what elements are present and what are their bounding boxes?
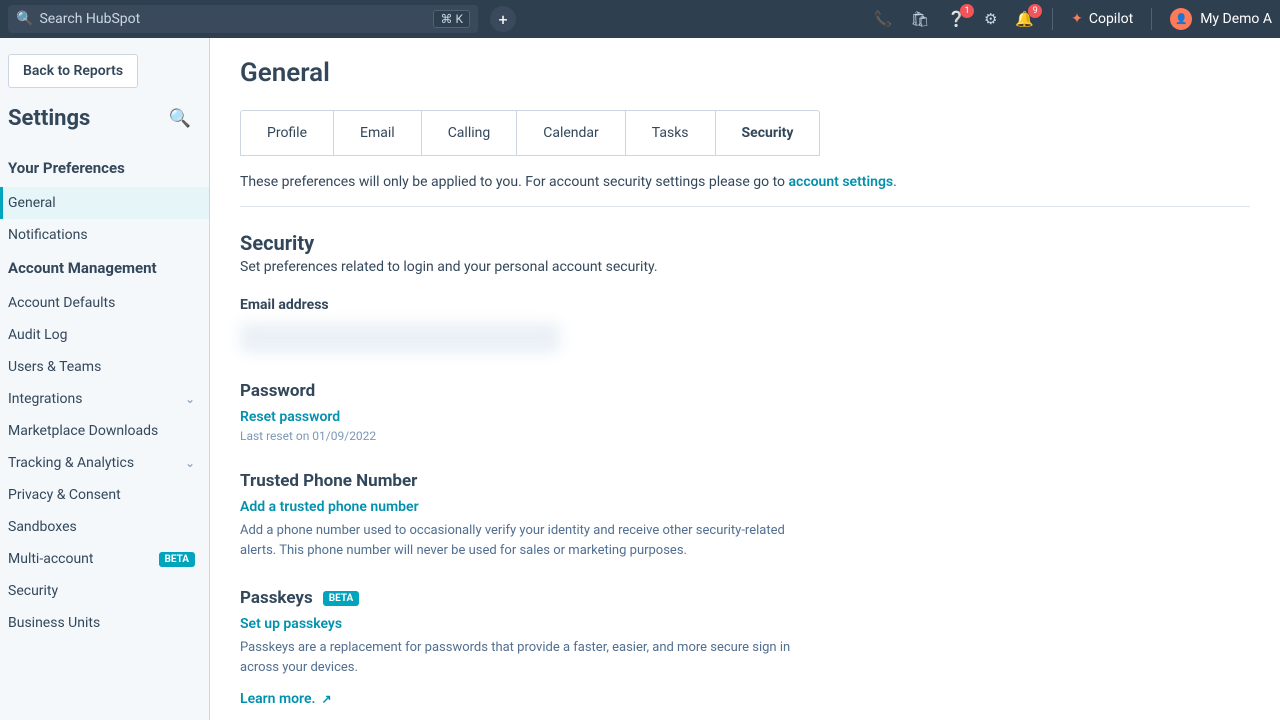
- sidebar-item-label: Marketplace Downloads: [8, 423, 158, 439]
- copilot-button[interactable]: ✦ Copilot: [1071, 11, 1133, 27]
- page-title: General: [240, 58, 1250, 88]
- account-label: My Demo A: [1200, 11, 1272, 27]
- sidebar-item-security[interactable]: Security: [0, 575, 209, 607]
- sidebar-item-label: Tracking & Analytics: [8, 455, 134, 471]
- sidebar-item-label: Sandboxes: [8, 519, 77, 535]
- topbar: 🔍 ⌘ K + 📞 🛍 ❔1 ⚙ 🔔9 ✦ Copilot 👤 My Demo …: [0, 0, 1280, 38]
- sidebar-item-label: Audit Log: [8, 327, 68, 343]
- sidebar-item-general[interactable]: General: [0, 187, 209, 219]
- tab-email[interactable]: Email: [334, 111, 422, 155]
- passkeys-desc: Passkeys are a replacement for passwords…: [240, 638, 800, 677]
- sidebar-item-label: Security: [8, 583, 58, 599]
- sidebar-item-tracking-analytics[interactable]: Tracking & Analytics ⌄: [0, 447, 209, 479]
- email-value-redacted: [240, 323, 560, 353]
- learn-more-link[interactable]: Learn more. ↗: [240, 691, 332, 707]
- sidebar-item-label: Privacy & Consent: [8, 487, 121, 503]
- password-heading: Password: [240, 381, 1250, 401]
- phone-icon[interactable]: 📞: [874, 10, 893, 28]
- tab-profile[interactable]: Profile: [241, 111, 334, 155]
- sidebar-item-notifications[interactable]: Notifications: [0, 219, 209, 251]
- sidebar-item-privacy-consent[interactable]: Privacy & Consent: [0, 479, 209, 511]
- divider: [1052, 8, 1053, 30]
- add-phone-link[interactable]: Add a trusted phone number: [240, 499, 1250, 515]
- account-menu[interactable]: 👤 My Demo A: [1170, 8, 1272, 30]
- account-settings-link[interactable]: account settings: [789, 174, 894, 190]
- sidebar-item-account-defaults[interactable]: Account Defaults: [0, 287, 209, 319]
- tab-tasks[interactable]: Tasks: [626, 111, 716, 155]
- sparkle-icon: ✦: [1071, 11, 1083, 27]
- notice: These preferences will only be applied t…: [240, 156, 1250, 207]
- copilot-label: Copilot: [1089, 11, 1133, 27]
- sidebar-item-integrations[interactable]: Integrations ⌄: [0, 383, 209, 415]
- shortcut-hint: ⌘ K: [433, 10, 470, 28]
- search-icon: 🔍: [16, 11, 33, 27]
- phone-desc: Add a phone number used to occasionally …: [240, 521, 800, 560]
- beta-badge: BETA: [159, 552, 196, 567]
- reset-meta: Last reset on 01/09/2022: [240, 429, 1250, 443]
- sidebar-item-label: Notifications: [8, 227, 88, 243]
- sidebar-item-business-units[interactable]: Business Units: [0, 607, 209, 639]
- settings-title: Settings: [8, 106, 90, 131]
- sidebar-item-marketplace-downloads[interactable]: Marketplace Downloads: [0, 415, 209, 447]
- sidebar-item-label: Users & Teams: [8, 359, 101, 375]
- sidebar: Back to Reports Settings 🔍 Your Preferen…: [0, 38, 210, 720]
- tab-calling[interactable]: Calling: [422, 111, 518, 155]
- sidebar-item-label: Multi-account: [8, 551, 93, 567]
- back-button[interactable]: Back to Reports: [8, 54, 138, 88]
- sidebar-item-label: General: [8, 195, 56, 211]
- divider: [1151, 8, 1152, 30]
- email-label: Email address: [240, 297, 1250, 313]
- tabs: ProfileEmailCallingCalendarTasksSecurity: [240, 110, 820, 156]
- avatar: 👤: [1170, 8, 1192, 30]
- chevron-down-icon: ⌄: [185, 456, 195, 470]
- sidebar-item-users-teams[interactable]: Users & Teams: [0, 351, 209, 383]
- chevron-down-icon: ⌄: [185, 392, 195, 406]
- sidebar-item-label: Integrations: [8, 391, 82, 407]
- marketplace-icon[interactable]: 🛍: [910, 10, 929, 28]
- reset-password-link[interactable]: Reset password: [240, 409, 1250, 425]
- phone-heading: Trusted Phone Number: [240, 471, 1250, 491]
- tab-security[interactable]: Security: [716, 111, 820, 155]
- notif-badge: 9: [1028, 4, 1042, 18]
- help-icon[interactable]: ❔1: [947, 10, 966, 28]
- passkeys-beta-badge: BETA: [323, 591, 360, 606]
- sidebar-item-label: Business Units: [8, 615, 100, 631]
- sidebar-search-icon[interactable]: 🔍: [169, 108, 191, 129]
- main-content: General ProfileEmailCallingCalendarTasks…: [210, 38, 1280, 720]
- settings-icon[interactable]: ⚙: [984, 10, 997, 28]
- sidebar-item-sandboxes[interactable]: Sandboxes: [0, 511, 209, 543]
- passkeys-heading: Passkeys: [240, 588, 313, 608]
- sidebar-section-heading: Your Preferences: [0, 151, 209, 187]
- search-input[interactable]: [39, 11, 433, 27]
- create-button[interactable]: +: [490, 6, 516, 32]
- help-badge: 1: [960, 4, 974, 18]
- tab-calendar[interactable]: Calendar: [517, 111, 626, 155]
- sidebar-item-multi-account[interactable]: Multi-account BETA: [0, 543, 209, 575]
- global-search[interactable]: 🔍 ⌘ K: [8, 5, 478, 33]
- security-desc: Set preferences related to login and you…: [240, 259, 1250, 275]
- setup-passkeys-link[interactable]: Set up passkeys: [240, 616, 1250, 632]
- notifications-icon[interactable]: 🔔9: [1015, 10, 1034, 28]
- sidebar-item-label: Account Defaults: [8, 295, 115, 311]
- sidebar-section-heading: Account Management: [0, 251, 209, 287]
- external-link-icon: ↗: [321, 692, 331, 706]
- security-heading: Security: [240, 231, 1250, 255]
- sidebar-item-audit-log[interactable]: Audit Log: [0, 319, 209, 351]
